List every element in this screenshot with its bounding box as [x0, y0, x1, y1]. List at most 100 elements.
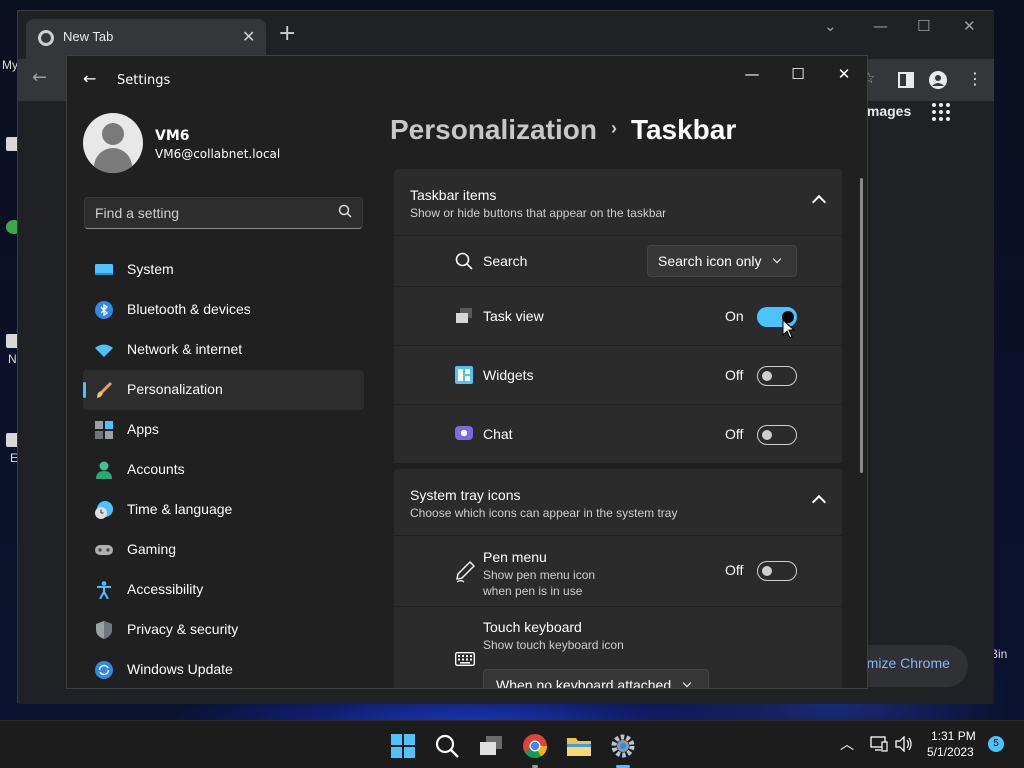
pen-menu-desc: when pen is in use [483, 584, 583, 598]
settings-window: ← Settings — ☐ ✕ VM6 VM6@collabnet.local… [66, 55, 868, 689]
new-tab-button[interactable]: + [278, 23, 296, 45]
search-row: Search Search icon only [394, 236, 842, 286]
file-explorer-icon[interactable] [566, 733, 592, 759]
section-title: System tray icons [410, 487, 521, 503]
chrome-icon[interactable] [522, 733, 548, 759]
avatar[interactable] [83, 113, 143, 173]
shield-icon [96, 621, 112, 639]
sidebar-item-label: System [127, 261, 174, 277]
chat-label: Chat [483, 426, 513, 442]
chat-toggle[interactable] [757, 425, 797, 445]
back-arrow-icon[interactable]: ← [83, 69, 96, 88]
maximize-button[interactable]: ☐ [917, 17, 930, 35]
sidebar-item-gaming[interactable]: Gaming [83, 530, 364, 570]
sidebar-item-windows-update[interactable]: Windows Update [83, 650, 364, 688]
settings-gear-icon[interactable] [610, 733, 636, 759]
images-link[interactable]: Images [863, 103, 911, 119]
settings-nav: System Bluetooth & devices Network & int… [83, 250, 364, 688]
sidebar-item-system[interactable]: System [83, 250, 364, 290]
breadcrumb-parent[interactable]: Personalization [390, 114, 597, 145]
breadcrumb: Personalization › Taskbar [390, 114, 736, 146]
google-apps-icon[interactable] [932, 103, 950, 121]
pen-menu-label: Pen menu [483, 549, 547, 565]
chrome-tab-new-tab[interactable]: New Tab ✕ [26, 19, 266, 59]
desktop-label: N [8, 352, 17, 366]
search-icon [455, 252, 473, 270]
window-title: Settings [117, 73, 171, 88]
update-icon [95, 661, 113, 679]
pen-menu-state: Off [725, 562, 744, 578]
back-icon[interactable]: ← [32, 67, 47, 88]
sidebar-item-personalization[interactable]: Personalization [83, 370, 364, 410]
sidebar-item-apps[interactable]: Apps [83, 410, 364, 450]
keyboard-icon [455, 652, 475, 666]
maximize-button[interactable]: ☐ [788, 65, 808, 83]
minimize-button[interactable]: — [742, 65, 762, 83]
task-view-row: Task view On [394, 287, 842, 345]
chat-state: Off [725, 426, 744, 442]
sidebar-item-accounts[interactable]: Accounts [83, 450, 364, 490]
breadcrumb-separator: › [610, 118, 617, 138]
sidebar-item-label: Accounts [127, 461, 185, 477]
system-tray-header[interactable]: System tray icons Choose which icons can… [394, 469, 842, 535]
sidebar-item-label: Windows Update [127, 661, 233, 677]
user-name: VM6 [155, 128, 190, 144]
pen-menu-toggle[interactable] [757, 561, 797, 581]
clock-date[interactable]: 5/1/2023 [927, 745, 974, 759]
pen-menu-desc: Show pen menu icon [483, 568, 596, 582]
bluetooth-icon [95, 301, 113, 319]
sidebar-item-label: Privacy & security [127, 621, 239, 637]
clock-time[interactable]: 1:31 PM [931, 729, 976, 743]
wifi-icon [95, 344, 113, 357]
chat-row: Chat Off [394, 405, 842, 463]
sidebar-item-network[interactable]: Network & internet [83, 330, 364, 370]
sidebar-item-privacy-security[interactable]: Privacy & security [83, 610, 364, 650]
menu-kebab-icon[interactable]: ⋮ [967, 69, 983, 88]
clock-globe-icon [95, 501, 113, 519]
widgets-label: Widgets [483, 367, 534, 383]
brush-icon [97, 381, 113, 398]
search-label: Search [483, 253, 528, 269]
show-hidden-icons-chevron-icon[interactable]: ︿ [840, 734, 854, 754]
scrollbar[interactable] [860, 178, 863, 473]
chevron-down-icon[interactable]: ⌄ [824, 17, 837, 35]
taskbar-items-header[interactable]: Taskbar items Show or hide buttons that … [394, 169, 842, 235]
profile-icon[interactable] [929, 71, 947, 89]
chevron-up-icon[interactable] [811, 494, 827, 510]
find-setting-input[interactable]: Find a setting [84, 197, 363, 229]
sidebar-item-bluetooth[interactable]: Bluetooth & devices [83, 290, 364, 330]
chrome-favicon-icon [38, 30, 54, 46]
chrome-tabstrip: New Tab ✕ + ⌄ — ☐ ✕ [18, 11, 994, 59]
touch-keyboard-dropdown[interactable]: When no keyboard attached [483, 669, 709, 688]
search-mode-dropdown[interactable]: Search icon only [647, 245, 797, 277]
close-icon[interactable]: ✕ [242, 27, 255, 46]
search-icon [338, 204, 352, 218]
close-button[interactable]: ✕ [963, 17, 976, 35]
pen-menu-row: Pen menu Show pen menu icon when pen is … [394, 536, 842, 606]
search-icon[interactable] [434, 733, 460, 759]
task-view-icon[interactable] [478, 733, 504, 759]
minimize-button[interactable]: — [873, 17, 888, 35]
side-panel-icon[interactable] [898, 72, 914, 88]
sidebar-item-label: Personalization [127, 381, 223, 397]
touch-keyboard-row: Touch keyboard Show touch keyboard icon … [394, 607, 842, 688]
sidebar-item-label: Time & language [127, 501, 233, 517]
task-view-state: On [725, 308, 744, 324]
sidebar-item-label: Network & internet [127, 341, 243, 357]
dropdown-value: Search icon only [658, 253, 762, 269]
notification-badge[interactable]: 5 [988, 736, 1004, 752]
windows-start-icon[interactable] [390, 733, 416, 759]
network-icon[interactable] [870, 736, 888, 752]
section-title: Taskbar items [410, 187, 497, 203]
sidebar-item-label: Apps [127, 421, 159, 437]
gamepad-icon [95, 545, 113, 555]
pen-icon [456, 561, 475, 583]
chevron-down-icon [772, 254, 782, 264]
sidebar-item-time-language[interactable]: Time & language [83, 490, 364, 530]
chevron-up-icon[interactable] [811, 194, 827, 210]
sidebar-item-accessibility[interactable]: Accessibility [83, 570, 364, 610]
close-button[interactable]: ✕ [834, 65, 854, 83]
volume-icon[interactable] [895, 736, 913, 752]
widgets-toggle[interactable] [757, 366, 797, 386]
desktop-label: My [2, 58, 18, 72]
